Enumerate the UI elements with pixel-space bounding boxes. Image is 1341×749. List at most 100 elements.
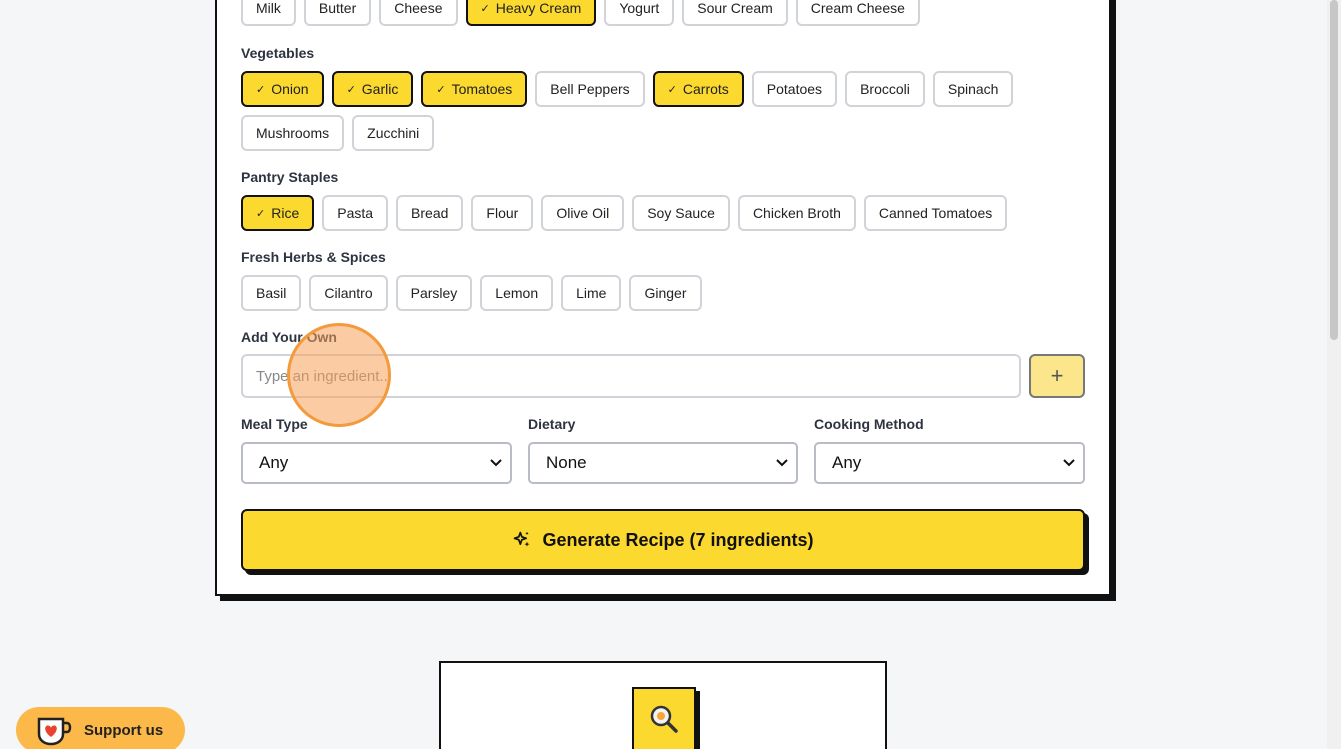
frying-pan-magnifier-icon (650, 705, 678, 733)
ingredient-chip-soy-sauce[interactable]: Soy Sauce (632, 195, 730, 231)
check-icon: ✓ (436, 83, 446, 96)
ingredient-chip-olive-oil[interactable]: Olive Oil (541, 195, 625, 231)
support-us-label: Support us (84, 721, 164, 739)
ingredient-chip-label: Bell Peppers (550, 81, 630, 97)
pantry-chip-row: ✓ Rice Pasta Bread Flour Olive Oil Soy Sauce Ch… (241, 195, 1008, 231)
herbs-chip-row: Basil Cilantro Parsley Lemon Lime Ginger (241, 275, 702, 311)
ingredient-chip-label: Lime (576, 285, 607, 301)
ingredient-chip-milk[interactable]: Milk (241, 0, 296, 26)
meal-type-value: Any (259, 453, 289, 472)
generate-recipe-label: Generate Recipe (7 ingredients) (542, 529, 814, 550)
ingredient-chip-label: Heavy Cream (495, 0, 582, 16)
chevron-down-icon (1063, 459, 1075, 467)
ingredient-chip-garlic[interactable]: ✓ Garlic (331, 71, 414, 107)
ingredient-chip-carrots[interactable]: ✓ Carrots (652, 71, 744, 107)
ingredient-chip-canned-tomatoes[interactable]: Canned Tomatoes (863, 195, 1008, 231)
ingredient-chip-label: Canned Tomatoes (878, 205, 993, 221)
ingredient-chip-label: Cream Cheese (810, 0, 905, 16)
chevron-down-icon (776, 459, 788, 467)
add-ingredient-button[interactable]: + (1029, 354, 1085, 398)
generate-recipe-button[interactable]: Generate Recipe (7 ingredients) (241, 509, 1085, 571)
ingredient-chip-label: Garlic (361, 81, 399, 97)
ingredient-chip-cilantro[interactable]: Cilantro (309, 275, 388, 311)
ingredient-chip-yogurt[interactable]: Yogurt (604, 0, 675, 26)
ingredient-chip-chicken-broth[interactable]: Chicken Broth (737, 195, 856, 231)
ingredient-chip-label: Olive Oil (556, 205, 610, 221)
ingredient-chip-label: Mushrooms (256, 125, 330, 141)
custom-ingredient-placeholder: Type an ingredient... (256, 367, 392, 385)
ingredient-chip-label: Spinach (947, 81, 999, 97)
vegetables-chip-row-1: ✓ Onion ✓ Garlic ✓ Tomatoes Bell Peppers ✓ Carro… (241, 71, 1014, 107)
ingredient-chip-label: Bread (411, 205, 449, 221)
page-scrollbar[interactable] (1327, 0, 1341, 749)
chevron-down-icon (490, 459, 502, 467)
ingredient-chip-label: Soy Sauce (647, 205, 715, 221)
ingredient-chip-potatoes[interactable]: Potatoes (751, 71, 838, 107)
ingredient-chip-mushrooms[interactable]: Mushrooms (241, 115, 345, 151)
check-icon: ✓ (256, 207, 266, 220)
ingredient-chip-label: Onion (271, 81, 309, 97)
ingredient-chip-label: Lemon (495, 285, 539, 301)
ingredient-chip-sour-cream[interactable]: Sour Cream (682, 0, 788, 26)
custom-ingredient-input[interactable]: Type an ingredient... (241, 354, 1021, 398)
ingredient-chip-label: Milk (256, 0, 281, 16)
ingredient-chip-label: Rice (271, 205, 300, 221)
dairy-chip-row: Milk Butter Cheese ✓ Heavy Cream Yogurt Sour C… (241, 0, 920, 26)
ingredient-chip-spinach[interactable]: Spinach (932, 71, 1014, 107)
ingredient-chip-lemon[interactable]: Lemon (480, 275, 554, 311)
ingredient-chip-pasta[interactable]: Pasta (322, 195, 389, 231)
meal-type-select[interactable]: Any (241, 442, 512, 484)
vegetables-chip-row-2: Mushrooms Zucchini (241, 115, 435, 151)
ingredient-chip-cream-cheese[interactable]: Cream Cheese (795, 0, 920, 26)
ingredient-chip-parsley[interactable]: Parsley (395, 275, 473, 311)
coffee-cup-heart-icon (37, 717, 72, 746)
ingredient-chip-label: Chicken Broth (752, 205, 841, 221)
ingredient-chip-cheese[interactable]: Cheese (379, 0, 458, 26)
ingredient-chip-label: Yogurt (619, 0, 660, 16)
cooking-method-select[interactable]: Any (814, 442, 1085, 484)
ingredient-chip-heavy-cream[interactable]: ✓ Heavy Cream (465, 0, 597, 26)
ingredient-chip-label: Cilantro (324, 285, 373, 301)
add-your-own-label: Add Your Own (241, 329, 337, 345)
ingredient-chip-lime[interactable]: Lime (561, 275, 622, 311)
ingredient-chip-butter[interactable]: Butter (303, 0, 372, 26)
check-icon: ✓ (667, 83, 677, 96)
check-icon: ✓ (480, 2, 490, 15)
ingredient-chip-basil[interactable]: Basil (241, 275, 302, 311)
dietary-label: Dietary (528, 416, 576, 432)
ingredient-chip-ginger[interactable]: Ginger (629, 275, 702, 311)
check-icon: ✓ (256, 83, 266, 96)
ingredient-chip-label: Ginger (644, 285, 687, 301)
pantry-label: Pantry Staples (241, 169, 339, 185)
ingredient-chip-rice[interactable]: ✓ Rice (241, 195, 315, 231)
sparkles-icon (514, 531, 530, 547)
plus-icon: + (1050, 363, 1064, 388)
ingredient-chip-bell-peppers[interactable]: Bell Peppers (535, 71, 645, 107)
ingredient-chip-label: Tomatoes (451, 81, 513, 97)
ingredient-chip-flour[interactable]: Flour (471, 195, 534, 231)
ingredient-chip-label: Flour (486, 205, 519, 221)
ingredient-chip-label: Broccoli (860, 81, 910, 97)
ingredient-chip-label: Pasta (337, 205, 374, 221)
ingredient-chip-label: Potatoes (766, 81, 823, 97)
ingredient-form-card: Milk Butter Cheese ✓ Heavy Cream Yogurt Sour C… (215, 0, 1111, 596)
ingredient-chip-label: Parsley (410, 285, 458, 301)
herbs-label: Fresh Herbs & Spices (241, 249, 386, 265)
support-us-button[interactable]: Support us (16, 707, 185, 749)
dietary-select[interactable]: None (528, 442, 798, 484)
cooking-method-label: Cooking Method (814, 416, 924, 432)
result-card (439, 661, 887, 749)
ingredient-chip-bread[interactable]: Bread (396, 195, 464, 231)
meal-type-label: Meal Type (241, 416, 308, 432)
ingredient-chip-onion[interactable]: ✓ Onion (241, 71, 324, 107)
ingredient-chip-label: Basil (256, 285, 287, 301)
ingredient-chip-label: Butter (318, 0, 357, 16)
ingredient-chip-zucchini[interactable]: Zucchini (352, 115, 435, 151)
ingredient-chip-label: Cheese (394, 0, 443, 16)
scrollbar-thumb[interactable] (1330, 0, 1338, 340)
ingredient-chip-tomatoes[interactable]: ✓ Tomatoes (421, 71, 528, 107)
check-icon: ✓ (346, 83, 356, 96)
ingredient-chip-label: Carrots (682, 81, 729, 97)
ingredient-chip-label: Zucchini (367, 125, 420, 141)
ingredient-chip-broccoli[interactable]: Broccoli (845, 71, 925, 107)
